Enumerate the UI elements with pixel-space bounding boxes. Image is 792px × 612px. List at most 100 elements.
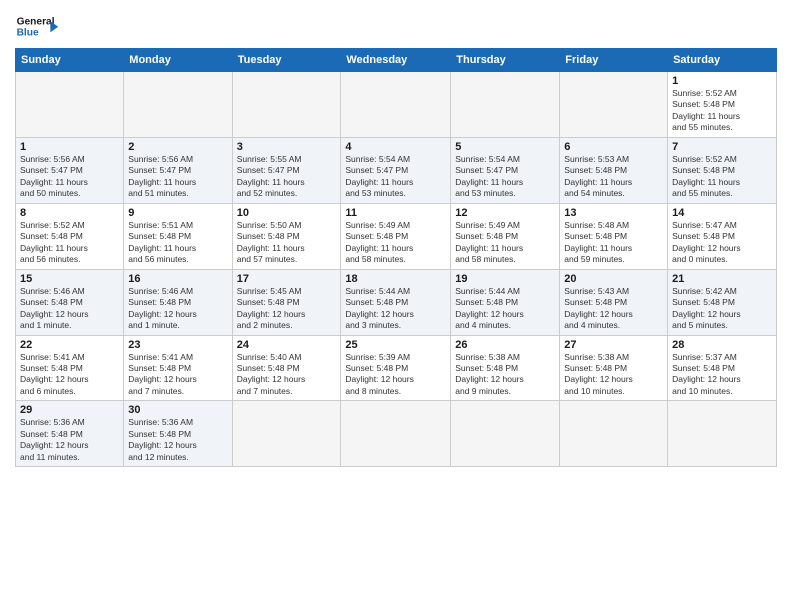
calendar-cell bbox=[451, 401, 560, 467]
day-number: 1 bbox=[20, 141, 119, 153]
calendar-cell: 20Sunrise: 5:43 AM Sunset: 5:48 PM Dayli… bbox=[560, 269, 668, 335]
calendar-row-3: 15Sunrise: 5:46 AM Sunset: 5:48 PM Dayli… bbox=[16, 269, 777, 335]
day-info: Sunrise: 5:41 AM Sunset: 5:48 PM Dayligh… bbox=[128, 352, 227, 398]
day-number: 29 bbox=[20, 404, 119, 416]
day-number: 21 bbox=[672, 273, 772, 285]
svg-text:Blue: Blue bbox=[17, 27, 39, 38]
day-info: Sunrise: 5:40 AM Sunset: 5:48 PM Dayligh… bbox=[237, 352, 337, 398]
day-info: Sunrise: 5:43 AM Sunset: 5:48 PM Dayligh… bbox=[564, 286, 663, 332]
calendar-cell: 22Sunrise: 5:41 AM Sunset: 5:48 PM Dayli… bbox=[16, 335, 124, 401]
logo: GeneralBlue bbox=[15, 10, 70, 42]
calendar-cell: 11Sunrise: 5:49 AM Sunset: 5:48 PM Dayli… bbox=[341, 203, 451, 269]
day-number: 9 bbox=[128, 207, 227, 219]
day-info: Sunrise: 5:41 AM Sunset: 5:48 PM Dayligh… bbox=[20, 352, 119, 398]
day-number: 27 bbox=[564, 339, 663, 351]
day-number: 24 bbox=[237, 339, 337, 351]
col-header-saturday: Saturday bbox=[668, 49, 777, 72]
calendar-cell: 7Sunrise: 5:52 AM Sunset: 5:48 PM Daylig… bbox=[668, 137, 777, 203]
logo-svg: GeneralBlue bbox=[15, 10, 70, 42]
calendar-cell: 4Sunrise: 5:54 AM Sunset: 5:47 PM Daylig… bbox=[341, 137, 451, 203]
day-info: Sunrise: 5:49 AM Sunset: 5:48 PM Dayligh… bbox=[345, 220, 446, 266]
day-info: Sunrise: 5:52 AM Sunset: 5:48 PM Dayligh… bbox=[672, 88, 772, 134]
day-number: 28 bbox=[672, 339, 772, 351]
calendar-cell bbox=[668, 401, 777, 467]
day-info: Sunrise: 5:53 AM Sunset: 5:48 PM Dayligh… bbox=[564, 154, 663, 200]
calendar-cell bbox=[560, 401, 668, 467]
calendar-cell bbox=[451, 72, 560, 138]
day-number: 5 bbox=[455, 141, 555, 153]
day-number: 18 bbox=[345, 273, 446, 285]
day-number: 4 bbox=[345, 141, 446, 153]
calendar-cell: 24Sunrise: 5:40 AM Sunset: 5:48 PM Dayli… bbox=[232, 335, 341, 401]
day-number: 30 bbox=[128, 404, 227, 416]
day-number: 16 bbox=[128, 273, 227, 285]
calendar-row-5: 29Sunrise: 5:36 AM Sunset: 5:48 PM Dayli… bbox=[16, 401, 777, 467]
day-number: 3 bbox=[237, 141, 337, 153]
col-header-tuesday: Tuesday bbox=[232, 49, 341, 72]
calendar-cell bbox=[16, 72, 124, 138]
calendar-row-2: 8Sunrise: 5:52 AM Sunset: 5:48 PM Daylig… bbox=[16, 203, 777, 269]
calendar-cell: 26Sunrise: 5:38 AM Sunset: 5:48 PM Dayli… bbox=[451, 335, 560, 401]
col-header-wednesday: Wednesday bbox=[341, 49, 451, 72]
day-number: 8 bbox=[20, 207, 119, 219]
col-header-monday: Monday bbox=[124, 49, 232, 72]
day-info: Sunrise: 5:46 AM Sunset: 5:48 PM Dayligh… bbox=[128, 286, 227, 332]
day-info: Sunrise: 5:38 AM Sunset: 5:48 PM Dayligh… bbox=[564, 352, 663, 398]
day-info: Sunrise: 5:38 AM Sunset: 5:48 PM Dayligh… bbox=[455, 352, 555, 398]
calendar-cell: 19Sunrise: 5:44 AM Sunset: 5:48 PM Dayli… bbox=[451, 269, 560, 335]
day-number: 15 bbox=[20, 273, 119, 285]
calendar-cell: 14Sunrise: 5:47 AM Sunset: 5:48 PM Dayli… bbox=[668, 203, 777, 269]
calendar-row-0: 1Sunrise: 5:52 AM Sunset: 5:48 PM Daylig… bbox=[16, 72, 777, 138]
day-info: Sunrise: 5:52 AM Sunset: 5:48 PM Dayligh… bbox=[672, 154, 772, 200]
day-info: Sunrise: 5:44 AM Sunset: 5:48 PM Dayligh… bbox=[455, 286, 555, 332]
calendar-cell: 21Sunrise: 5:42 AM Sunset: 5:48 PM Dayli… bbox=[668, 269, 777, 335]
calendar-cell bbox=[232, 72, 341, 138]
day-info: Sunrise: 5:56 AM Sunset: 5:47 PM Dayligh… bbox=[128, 154, 227, 200]
day-number: 14 bbox=[672, 207, 772, 219]
day-info: Sunrise: 5:36 AM Sunset: 5:48 PM Dayligh… bbox=[20, 417, 119, 463]
calendar-cell bbox=[341, 72, 451, 138]
calendar-cell: 6Sunrise: 5:53 AM Sunset: 5:48 PM Daylig… bbox=[560, 137, 668, 203]
calendar-cell: 18Sunrise: 5:44 AM Sunset: 5:48 PM Dayli… bbox=[341, 269, 451, 335]
calendar-cell: 13Sunrise: 5:48 AM Sunset: 5:48 PM Dayli… bbox=[560, 203, 668, 269]
day-number: 19 bbox=[455, 273, 555, 285]
calendar-cell: 27Sunrise: 5:38 AM Sunset: 5:48 PM Dayli… bbox=[560, 335, 668, 401]
calendar-cell: 2Sunrise: 5:56 AM Sunset: 5:47 PM Daylig… bbox=[124, 137, 232, 203]
day-number: 25 bbox=[345, 339, 446, 351]
day-info: Sunrise: 5:55 AM Sunset: 5:47 PM Dayligh… bbox=[237, 154, 337, 200]
day-info: Sunrise: 5:36 AM Sunset: 5:48 PM Dayligh… bbox=[128, 417, 227, 463]
calendar-cell: 16Sunrise: 5:46 AM Sunset: 5:48 PM Dayli… bbox=[124, 269, 232, 335]
calendar-cell: 28Sunrise: 5:37 AM Sunset: 5:48 PM Dayli… bbox=[668, 335, 777, 401]
calendar-cell: 3Sunrise: 5:55 AM Sunset: 5:47 PM Daylig… bbox=[232, 137, 341, 203]
calendar-cell: 23Sunrise: 5:41 AM Sunset: 5:48 PM Dayli… bbox=[124, 335, 232, 401]
day-info: Sunrise: 5:50 AM Sunset: 5:48 PM Dayligh… bbox=[237, 220, 337, 266]
day-number: 2 bbox=[128, 141, 227, 153]
day-number: 22 bbox=[20, 339, 119, 351]
calendar-cell: 1Sunrise: 5:56 AM Sunset: 5:47 PM Daylig… bbox=[16, 137, 124, 203]
day-info: Sunrise: 5:46 AM Sunset: 5:48 PM Dayligh… bbox=[20, 286, 119, 332]
calendar-cell: 30Sunrise: 5:36 AM Sunset: 5:48 PM Dayli… bbox=[124, 401, 232, 467]
calendar-cell bbox=[124, 72, 232, 138]
day-number: 1 bbox=[672, 75, 772, 87]
calendar-cell bbox=[560, 72, 668, 138]
day-number: 11 bbox=[345, 207, 446, 219]
calendar-row-1: 1 Sunrise: 5:56 AM Sunset: 5:47 PM Daylig… bbox=[16, 137, 777, 203]
calendar-cell: 17Sunrise: 5:45 AM Sunset: 5:48 PM Dayli… bbox=[232, 269, 341, 335]
col-header-sunday: Sunday bbox=[16, 49, 124, 72]
calendar-cell: 9Sunrise: 5:51 AM Sunset: 5:48 PM Daylig… bbox=[124, 203, 232, 269]
svg-text:General: General bbox=[17, 16, 55, 27]
day-number: 7 bbox=[672, 141, 772, 153]
calendar-cell: 8Sunrise: 5:52 AM Sunset: 5:48 PM Daylig… bbox=[16, 203, 124, 269]
day-number: 10 bbox=[237, 207, 337, 219]
day-info: Sunrise: 5:54 AM Sunset: 5:47 PM Dayligh… bbox=[455, 154, 555, 200]
calendar-cell: 15Sunrise: 5:46 AM Sunset: 5:48 PM Dayli… bbox=[16, 269, 124, 335]
header: GeneralBlue bbox=[15, 10, 777, 42]
day-number: 23 bbox=[128, 339, 227, 351]
page: GeneralBlue SundayMondayTuesdayWednesday… bbox=[0, 0, 792, 612]
calendar-cell: 5Sunrise: 5:54 AM Sunset: 5:47 PM Daylig… bbox=[451, 137, 560, 203]
calendar-table: SundayMondayTuesdayWednesdayThursdayFrid… bbox=[15, 48, 777, 467]
calendar-cell: 10Sunrise: 5:50 AM Sunset: 5:48 PM Dayli… bbox=[232, 203, 341, 269]
day-number: 13 bbox=[564, 207, 663, 219]
day-info: Sunrise: 5:44 AM Sunset: 5:48 PM Dayligh… bbox=[345, 286, 446, 332]
calendar-cell bbox=[341, 401, 451, 467]
